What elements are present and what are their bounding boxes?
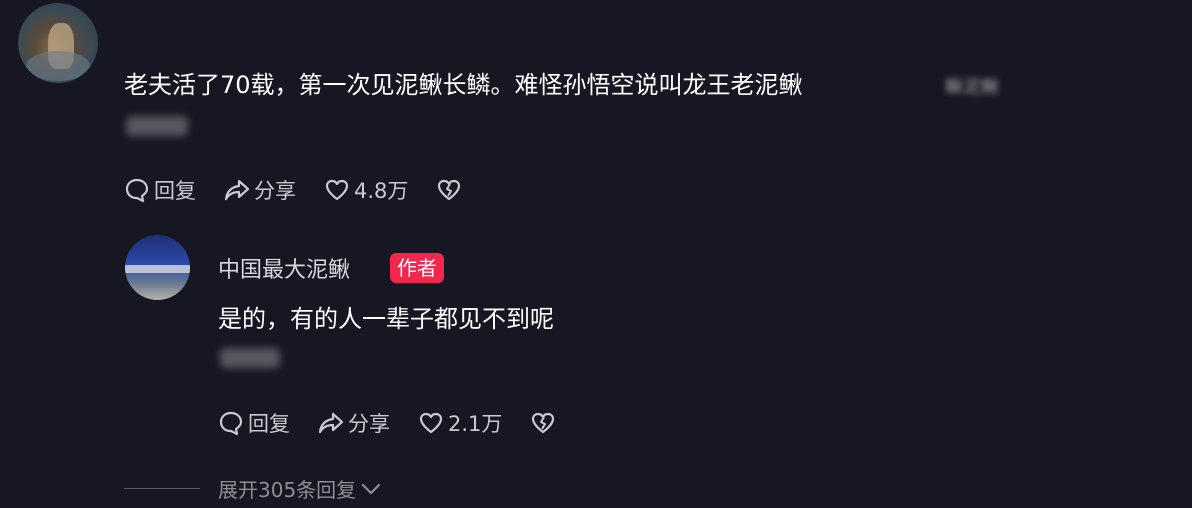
reply-actions: 回复 分享 2.1万 xyxy=(218,408,584,438)
author-username[interactable]: 中国最大泥鳅 xyxy=(218,252,350,284)
commenter-avatar[interactable] xyxy=(18,3,98,83)
main-comment-text: 老夫活了70载，第一次见泥鳅长鳞。难怪孙悟空说叫龙王老泥鳅 xyxy=(124,71,803,99)
share-label: 分享 xyxy=(348,412,390,436)
comment-icon xyxy=(219,411,243,436)
blurred-tag: 鳅泥鳅 xyxy=(945,77,999,98)
blurred-timestamp xyxy=(126,116,188,136)
comment-thread: 老夫活了70载，第一次见泥鳅长鳞。难怪孙悟空说叫龙王老泥鳅 鳅泥鳅 回复 分享 … xyxy=(0,0,1192,508)
reply-button[interactable]: 回复 xyxy=(218,408,290,438)
reply-button[interactable]: 回复 xyxy=(124,175,196,205)
like-count: 4.8万 xyxy=(354,179,409,203)
reply-label: 回复 xyxy=(248,412,290,436)
share-button[interactable]: 分享 xyxy=(224,175,296,205)
author-badge: 作者 xyxy=(390,253,444,283)
divider-line xyxy=(124,488,200,489)
share-icon xyxy=(224,179,250,201)
author-avatar[interactable] xyxy=(125,235,190,300)
share-button[interactable]: 分享 xyxy=(318,408,390,438)
avatar-backdrop xyxy=(26,51,90,81)
dislike-button[interactable] xyxy=(436,177,462,203)
share-label: 分享 xyxy=(254,179,296,203)
avatar-band xyxy=(125,265,190,273)
broken-heart-icon xyxy=(438,179,461,201)
expand-replies-label: 展开305条回复 xyxy=(218,478,357,502)
heart-icon xyxy=(325,179,349,201)
like-count: 2.1万 xyxy=(448,412,503,436)
like-button[interactable]: 2.1万 xyxy=(418,408,502,438)
like-button[interactable]: 4.8万 xyxy=(324,175,408,205)
dislike-button[interactable] xyxy=(530,410,556,436)
comment-icon xyxy=(125,178,149,203)
reply-label: 回复 xyxy=(154,179,196,203)
blurred-timestamp xyxy=(220,348,280,368)
share-icon xyxy=(318,412,344,434)
main-comment-actions: 回复 分享 4.8万 xyxy=(124,175,490,205)
chevron-down-icon xyxy=(362,483,381,494)
heart-icon xyxy=(419,412,443,434)
broken-heart-icon xyxy=(532,412,555,434)
reply-text: 是的，有的人一辈子都见不到呢 xyxy=(218,305,554,333)
expand-replies-button[interactable]: 展开305条回复 xyxy=(124,474,384,503)
